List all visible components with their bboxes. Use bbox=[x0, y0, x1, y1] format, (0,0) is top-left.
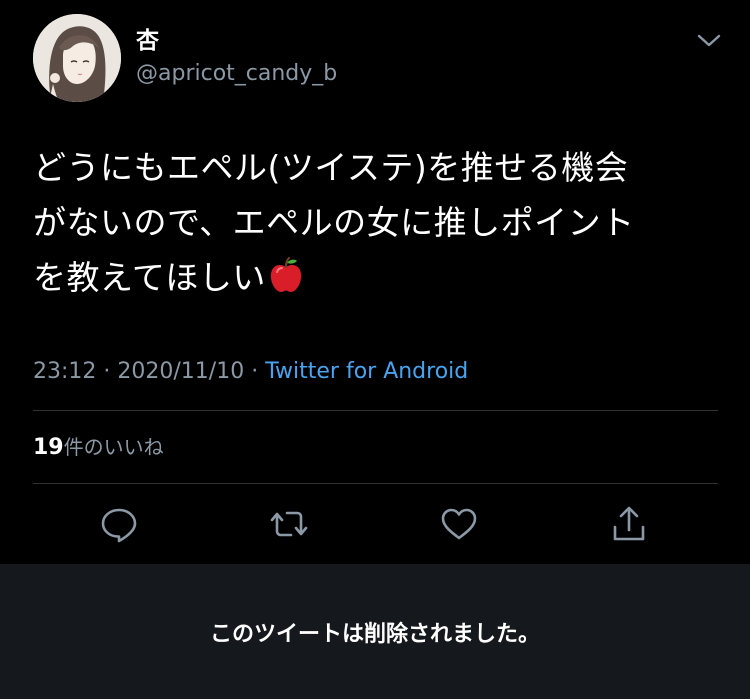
meta-separator: · bbox=[103, 359, 111, 384]
tweet-text-segment: を教えてほしい bbox=[33, 258, 266, 297]
display-name[interactable]: 杏 bbox=[136, 26, 159, 56]
tweet-source-link[interactable]: Twitter for Android bbox=[265, 359, 468, 384]
tweet-text-line: どうにもエペル(ツイステ)を推せる機会 bbox=[33, 148, 629, 187]
divider bbox=[33, 410, 718, 411]
chevron-down-icon[interactable] bbox=[693, 28, 725, 52]
reply-icon[interactable] bbox=[98, 503, 140, 545]
tweet-meta: 23:12 · 2020/11/10 · Twitter for Android bbox=[33, 357, 468, 387]
tweet-date: 2020/11/10 bbox=[117, 359, 245, 384]
avatar[interactable] bbox=[33, 14, 121, 102]
retweet-icon[interactable] bbox=[268, 503, 310, 545]
like-icon[interactable] bbox=[438, 503, 480, 545]
tweet-time: 23:12 bbox=[33, 359, 97, 384]
tweet-card: 杏 @apricot_candy_b どうにもエペル(ツイステ)を推せる機会 が… bbox=[0, 0, 750, 564]
user-handle[interactable]: @apricot_candy_b bbox=[136, 60, 337, 88]
likes-number: 19 bbox=[33, 435, 64, 460]
deleted-tweet-notice: このツイートは削除されました。 bbox=[209, 622, 540, 647]
avatar-image bbox=[33, 14, 121, 102]
likes-label: 件のいいね bbox=[63, 435, 164, 459]
apple-icon bbox=[270, 256, 301, 292]
tweet-text-line: がないので、エペルの女に推しポイント bbox=[33, 203, 635, 242]
divider bbox=[33, 483, 718, 484]
meta-separator: · bbox=[251, 359, 259, 384]
tweet-text-line: を教えてほしい bbox=[33, 250, 723, 305]
tweet-text: どうにもエペル(ツイステ)を推せる機会 がないので、エペルの女に推しポイント を… bbox=[33, 140, 723, 305]
share-icon[interactable] bbox=[608, 503, 650, 545]
likes-count[interactable]: 19件のいいね bbox=[33, 432, 164, 463]
